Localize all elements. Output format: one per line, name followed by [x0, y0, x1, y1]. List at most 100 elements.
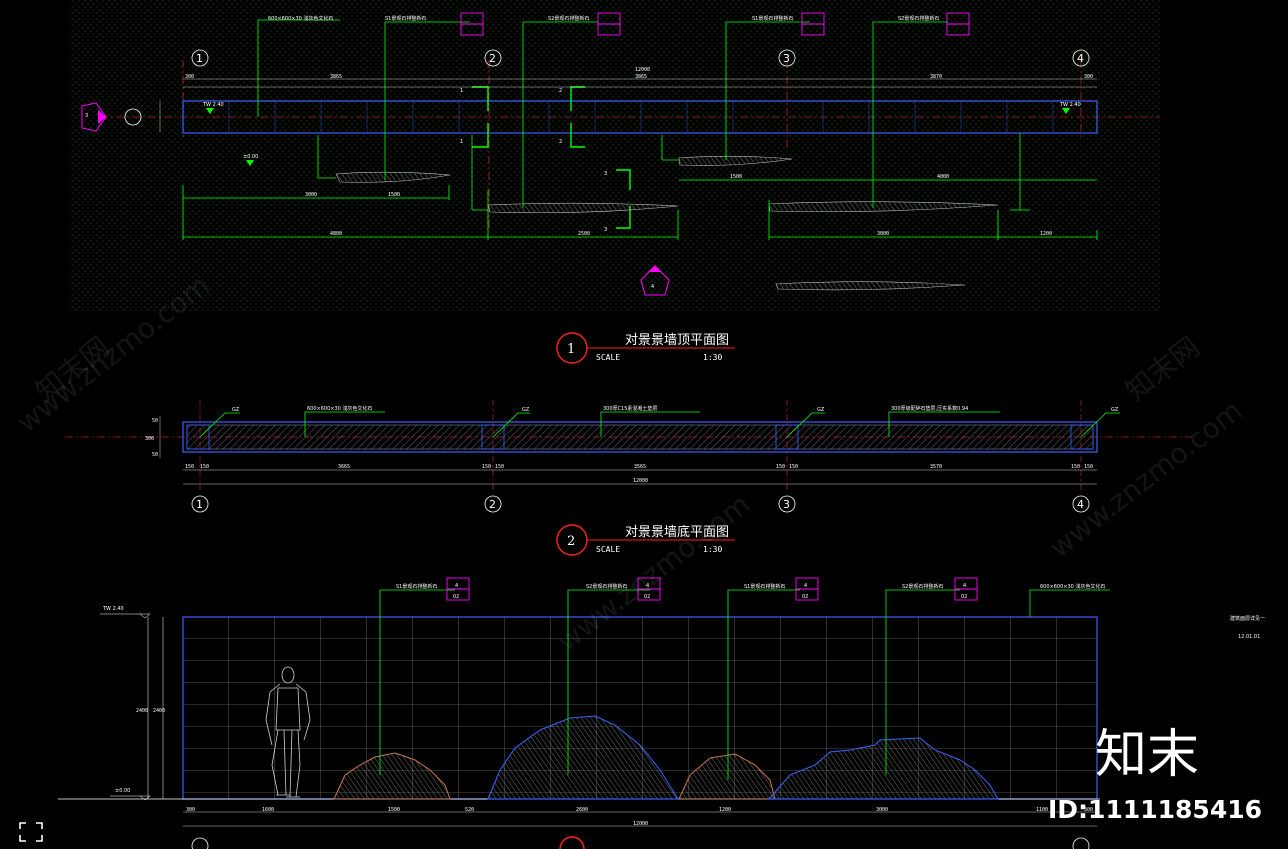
elev-dim-6: 1200 [719, 807, 731, 813]
dim-side-3: 50 [152, 452, 158, 458]
wm-url-3: www.znzmo.com [1043, 394, 1248, 565]
elev-date: 12.01.01 [1238, 634, 1260, 640]
dim-top-d: 3870 [930, 74, 942, 80]
elev-level-base: ±0.00 [115, 788, 130, 794]
elev-height-2: 2400 [153, 708, 165, 714]
dim-base-3: 3665 [338, 464, 350, 470]
section-mark-2a: 2 [559, 88, 562, 94]
scale-label-1: SCALE [596, 353, 620, 362]
callout-concrete: 300厚C15素混凝土垫层 [603, 405, 657, 412]
level-tw-left: TW 2.40 [202, 102, 224, 108]
level-zero: ±0.00 [243, 154, 258, 160]
top-plan-view: 1 1 2 2 3 3 1 2 3 4 300 3865 12000 3865 … [70, 0, 1160, 364]
fullscreen-button[interactable] [18, 821, 44, 843]
dim-base-1: 150 [185, 464, 194, 470]
callout-gz-1: GZ [232, 407, 240, 413]
dim-base-8: 150 [789, 464, 798, 470]
title-plan-top: 对景景墙顶平面图 [625, 333, 729, 348]
section-mark-3a: 3 [604, 171, 607, 177]
axis-1-b: 1 [196, 498, 203, 511]
callout-gz-2: GZ [522, 407, 530, 413]
tag-bottom-3: 02 [802, 594, 808, 600]
wm-brand: 知末 [1095, 725, 1199, 785]
title-num-2: 2 [567, 534, 575, 549]
level-tw-right: TW 2.40 [1059, 102, 1081, 108]
elev-dim-7: 3000 [876, 807, 888, 813]
section-mark-1a: 1 [460, 88, 463, 94]
dim-base-total: 12000 [633, 478, 648, 484]
dim-side-1: 50 [152, 418, 158, 424]
elev-dim-2: 1600 [262, 807, 274, 813]
tag-top-3: 4 [804, 583, 807, 589]
elev-level-top: TW 2.40 [102, 606, 124, 612]
dim-base-9: 3570 [930, 464, 942, 470]
dim-base-10: 150 [1071, 464, 1080, 470]
wm-id: ID:1111185416 [1048, 795, 1262, 824]
dim-base-2: 150 [200, 464, 209, 470]
view-mark-3: 3 [85, 113, 88, 119]
tag-top-4: 4 [963, 583, 966, 589]
dim-side-2: 300 [145, 436, 154, 442]
dim-bottom-h: 1200 [1040, 231, 1052, 237]
elev-height-1: 2400 [136, 708, 148, 714]
section-mark-2b: 2 [559, 139, 562, 145]
axis-3: 3 [783, 52, 790, 65]
dim-base-4: 150 [482, 464, 491, 470]
callout-s1-b: S1景观石排整新石 [752, 15, 793, 22]
dim-bottom-a: 3000 [305, 192, 317, 198]
dim-base-7: 150 [776, 464, 785, 470]
dim-bottom-c: 4800 [330, 231, 342, 237]
axis-4: 4 [1077, 52, 1084, 65]
axis-3-b: 3 [783, 498, 790, 511]
title-num-1: 1 [567, 342, 575, 357]
bottom-plan-view: GZ 600×600×30 浅灰色文化石 GZ 300厚C15素混凝土垫层 GZ… [65, 400, 1192, 556]
elev-dim-1: 300 [186, 807, 195, 813]
axis-2-b: 2 [489, 498, 496, 511]
dim-base-6: 3565 [634, 464, 646, 470]
section-mark-3b: 3 [604, 227, 607, 233]
elev-dim-3: 1500 [388, 807, 400, 813]
callout-s1-a: S1景观石排整新石 [385, 15, 426, 22]
tag-bottom-4: 02 [961, 594, 967, 600]
callout-elev-s1-b: S1景观石排整新石 [744, 583, 785, 590]
callout-s2-a: S2景观石排整新石 [548, 15, 589, 22]
wall-base-hatch [186, 424, 1094, 450]
callout-s2-b: S2景观石排整新石 [898, 15, 939, 22]
tag-bottom-1: 02 [453, 594, 459, 600]
dim-bottom-e: 1500 [730, 174, 742, 180]
elev-dim-5: 2600 [576, 807, 588, 813]
callout-elev-tile: 600×600×30 浅灰色文化石 [1040, 583, 1105, 590]
elev-dim-8: 1100 [1036, 807, 1048, 813]
axis-2: 2 [489, 52, 496, 65]
dim-top-e: 300 [1084, 74, 1093, 80]
scale-1: 1:30 [703, 353, 722, 362]
ground-hatch [70, 0, 1160, 312]
elev-dim-4: 520 [465, 807, 474, 813]
dim-top-b: 3865 [330, 74, 342, 80]
dim-bottom-d: 2500 [578, 231, 590, 237]
wm-cn-2: 知末网 [1119, 330, 1206, 408]
dim-bottom-g: 3000 [877, 231, 889, 237]
callout-tile: 600×600×30 浅灰色文化石 [268, 15, 333, 22]
elev-dim-total: 12000 [633, 821, 648, 827]
scale-label-2: SCALE [596, 545, 620, 554]
callout-gravel: 300厚级配碎石垫层,压实系数0.94 [891, 405, 968, 412]
dim-bottom-f: 4000 [937, 174, 949, 180]
dim-top-c: 3865 [635, 74, 647, 80]
cad-drawing-canvas: 1 1 2 2 3 3 1 2 3 4 300 3865 12000 3865 … [11, 0, 1265, 849]
dim-top-a: 300 [185, 74, 194, 80]
callout-elev-s1-a: S1景观石排整新石 [396, 583, 437, 590]
elev-note: 建筑面层详见一 [1230, 615, 1265, 622]
dim-top-total: 12000 [635, 67, 650, 73]
view-mark-4: 4 [651, 284, 654, 290]
tag-top-1: 4 [455, 583, 458, 589]
fullscreen-icon [19, 822, 43, 842]
dim-base-11: 150 [1084, 464, 1093, 470]
callout-gz-3: GZ [817, 407, 825, 413]
axis-1: 1 [196, 52, 203, 65]
callout-elev-s2-b: S2景观石排整新石 [902, 583, 943, 590]
callout-gz-4: GZ [1111, 407, 1119, 413]
dim-base-5: 150 [495, 464, 504, 470]
dim-bottom-b: 1500 [388, 192, 400, 198]
callout-tile-base: 600×600×30 浅灰色文化石 [307, 405, 372, 412]
